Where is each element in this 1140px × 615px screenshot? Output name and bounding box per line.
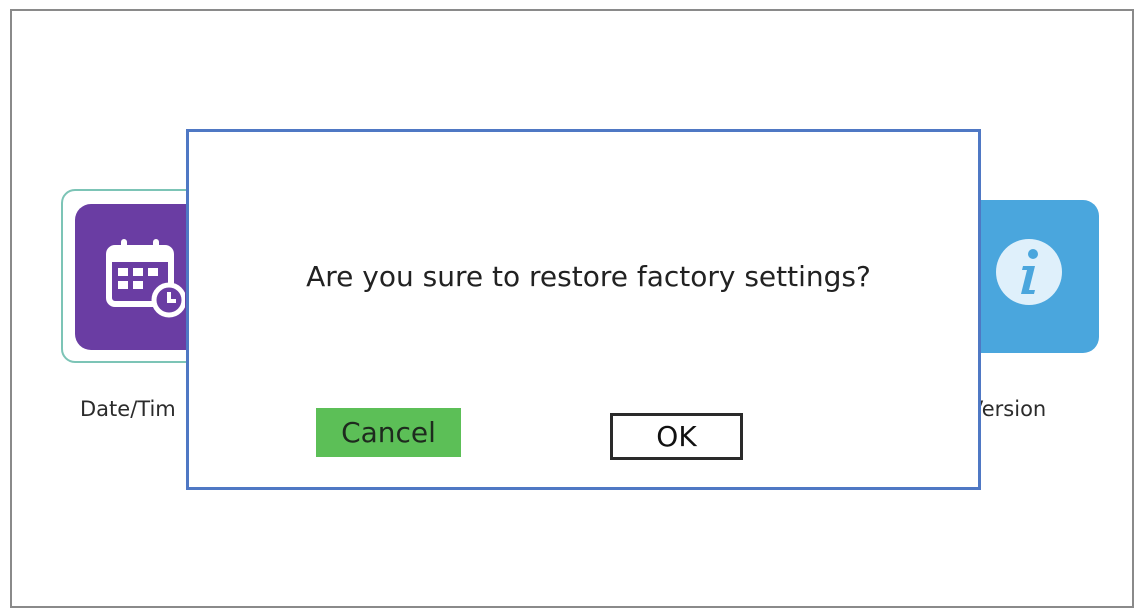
ok-button[interactable]: OK <box>610 413 743 460</box>
datetime-tile-label: Date/Tim <box>80 397 176 421</box>
screen: Date/Tim Version Are you sure to restore… <box>10 9 1134 608</box>
calendar-clock-icon <box>105 236 187 322</box>
cancel-button[interactable]: Cancel <box>316 408 461 457</box>
info-icon <box>993 236 1065 312</box>
restore-confirm-dialog: Are you sure to restore factory settings… <box>186 129 981 490</box>
dialog-message: Are you sure to restore factory settings… <box>306 260 871 293</box>
